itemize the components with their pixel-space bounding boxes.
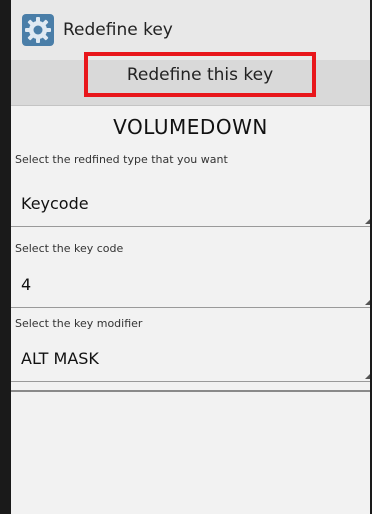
- type-spinner[interactable]: Keycode: [11, 184, 370, 227]
- spinner-caret-icon: [365, 219, 370, 224]
- redefine-key-button-label: Redefine this key: [126, 64, 274, 85]
- modifier-spinner[interactable]: ALT MASK: [11, 339, 370, 382]
- keycode-label: Select the key code: [15, 242, 124, 255]
- app-screen: Redefine key Redefine this key VOLUMEDOW…: [11, 0, 370, 514]
- title-bar: Redefine key: [11, 0, 370, 60]
- spinner-caret-icon: [365, 300, 370, 305]
- modifier-value: ALT MASK: [21, 349, 99, 368]
- divider: [11, 390, 370, 392]
- gear-icon: [22, 14, 54, 46]
- type-value: Keycode: [21, 194, 89, 213]
- keycode-value: 4: [21, 275, 32, 294]
- modifier-label: Select the key modifier: [15, 317, 143, 330]
- keycode-spinner[interactable]: 4: [11, 265, 370, 308]
- type-label: Select the redfined type that you want: [15, 153, 228, 166]
- window-title: Redefine key: [63, 20, 173, 40]
- redefine-key-button[interactable]: Redefine this key: [84, 52, 316, 97]
- key-name: VOLUMEDOWN: [113, 115, 268, 139]
- spinner-caret-icon: [365, 374, 370, 379]
